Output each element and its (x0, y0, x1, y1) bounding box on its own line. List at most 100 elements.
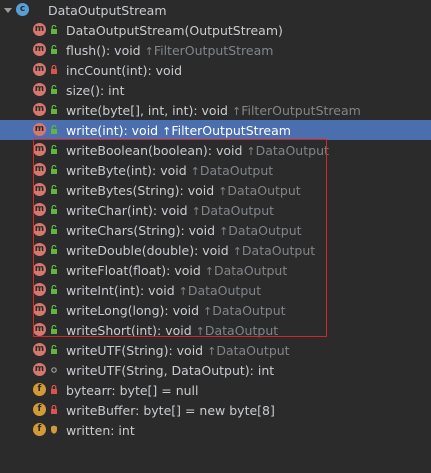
method-row[interactable]: m writeByte(int): void ↑DataOutput (0, 160, 431, 180)
chevron-down-icon[interactable] (4, 6, 12, 14)
method-icon: m (33, 183, 46, 196)
inherited-from-name: FilterOutputStream (171, 122, 291, 138)
method-row[interactable]: m write(byte[], int, int): void ↑FilterOu… (0, 100, 431, 120)
member-label: writeLong(long): void ↑DataOutput (66, 303, 286, 318)
field-row[interactable]: f bytearr: byte[] = null (0, 380, 431, 400)
inherited-from-label: ↑DataOutput (187, 162, 274, 178)
field-icon: f (33, 403, 46, 416)
inherited-from-name: DataOutput (255, 142, 329, 158)
method-icon: m (33, 363, 46, 376)
inherited-from-name: DataOutput (200, 202, 275, 218)
member-signature: writeUTF(String, DataOutput): int (66, 362, 275, 378)
method-icon: m (33, 143, 46, 156)
method-icon: m (33, 283, 46, 296)
public-lock-icon (50, 205, 58, 214)
arrow-up-icon: ↑ (178, 284, 188, 298)
member-label: writeBuffer: byte[] = new byte[8] (66, 403, 275, 418)
field-icon: f (33, 423, 46, 436)
public-lock-icon (50, 285, 58, 294)
method-icon: m (33, 83, 46, 96)
inherited-from-label: ↑DataOutput (229, 243, 316, 258)
member-signature: write(byte[], int, int): void (66, 102, 228, 118)
member-signature: writeInt(int): void (66, 282, 175, 298)
method-row[interactable]: m writeUTF(String): void ↑DataOutput (0, 340, 431, 360)
method-icon: m (33, 303, 46, 316)
method-icon: m (33, 103, 46, 116)
public-lock-icon (50, 25, 58, 34)
public-lock-icon (50, 225, 58, 234)
member-signature: incCount(int): void (66, 62, 183, 78)
method-row[interactable]: m writeUTF(String, DataOutput): int (0, 360, 431, 380)
method-row[interactable]: m writeChar(int): void ↑DataOutput (0, 200, 431, 220)
private-lock-icon (50, 385, 58, 394)
member-label: flush(): void ↑FilterOutputStream (66, 43, 273, 58)
field-row[interactable]: f writeBuffer: byte[] = new byte[8] (0, 400, 431, 420)
method-row[interactable]: m writeDouble(double): void ↑DataOutput (0, 240, 431, 260)
inherited-from-label: ↑FilterOutputStream (141, 43, 274, 58)
public-lock-icon (50, 265, 58, 274)
arrow-up-icon: ↑ (144, 44, 154, 58)
private-lock-icon (50, 405, 58, 414)
method-row[interactable]: m writeInt(int): void ↑DataOutput (0, 280, 431, 300)
field-icon: f (33, 383, 46, 396)
method-row[interactable]: m writeBytes(String): void ↑DataOutput (0, 180, 431, 200)
field-row[interactable]: f written: int (0, 420, 431, 440)
public-lock-icon (50, 185, 58, 194)
member-signature: written: int (66, 422, 135, 438)
method-icon: m (33, 343, 46, 356)
member-label: bytearr: byte[] = null (66, 383, 199, 398)
method-icon: m (33, 43, 46, 56)
member-label: writeDouble(double): void ↑DataOutput (66, 243, 315, 258)
arrow-up-icon: ↑ (219, 224, 229, 238)
member-signature: writeByte(int): void (66, 162, 187, 178)
method-icon: m (33, 323, 46, 336)
member-label: writeChar(int): void ↑DataOutput (66, 203, 274, 218)
method-icon: m (33, 243, 46, 256)
inherited-from-label: ↑DataOutput (215, 222, 302, 238)
method-row[interactable]: m write(int): void ↑FilterOutputStream (0, 120, 431, 140)
arrow-up-icon: ↑ (246, 144, 256, 158)
member-signature: writeDouble(double): void (66, 242, 229, 258)
inherited-from-name: FilterOutputStream (153, 42, 274, 58)
member-signature: writeBytes(String): void (66, 182, 215, 198)
public-lock-icon (50, 345, 58, 354)
member-label: written: int (66, 423, 135, 438)
inherited-from-name: DataOutput (204, 322, 279, 338)
member-label: writeInt(int): void ↑DataOutput (66, 283, 261, 298)
arrow-up-icon: ↑ (232, 244, 242, 258)
method-row[interactable]: m writeShort(int): void ↑DataOutput (0, 320, 431, 340)
arrow-up-icon: ↑ (162, 124, 172, 138)
inherited-from-name: DataOutput (228, 222, 302, 238)
public-lock-icon (50, 125, 58, 134)
arrow-up-icon: ↑ (203, 304, 213, 318)
method-row[interactable]: m writeBoolean(boolean): void ↑DataOutput (0, 140, 431, 160)
method-row[interactable]: m writeLong(long): void ↑DataOutput (0, 300, 431, 320)
inherited-from-name: DataOutput (199, 162, 274, 178)
member-label: writeBoolean(boolean): void ↑DataOutput (66, 143, 329, 158)
member-signature: size(): int (66, 82, 125, 98)
inherited-from-label: ↑DataOutput (199, 303, 286, 318)
inherited-from-label: ↑DataOutput (203, 343, 290, 358)
method-row[interactable]: m size(): int (0, 80, 431, 100)
member-label: size(): int (66, 83, 124, 98)
public-lock-icon (50, 105, 58, 114)
method-icon: m (33, 63, 46, 76)
tree-root-row[interactable]: c DataOutputStream (0, 0, 431, 20)
method-row[interactable]: m incCount(int): void (0, 60, 431, 80)
member-signature: DataOutputStream(OutputStream) (66, 22, 283, 38)
member-signature: writeFloat(float): void (66, 262, 201, 278)
method-row[interactable]: m flush(): void ↑FilterOutputStream (0, 40, 431, 60)
inherited-from-name: DataOutput (227, 182, 301, 198)
method-row[interactable]: m writeFloat(float): void ↑DataOutput (0, 260, 431, 280)
member-label: write(int): void ↑FilterOutputStream (66, 123, 291, 138)
member-label: writeBytes(String): void ↑DataOutput (66, 183, 301, 198)
method-icon: m (33, 23, 46, 36)
member-label: DataOutputStream(OutputStream) (66, 23, 283, 38)
public-lock-icon (50, 245, 58, 254)
method-row[interactable]: m writeChars(String): void ↑DataOutput (0, 220, 431, 240)
arrow-up-icon: ↑ (195, 324, 205, 338)
public-lock-icon (50, 165, 58, 174)
method-row[interactable]: m DataOutputStream(OutputStream) (0, 20, 431, 40)
inherited-from-label: ↑DataOutput (214, 182, 301, 198)
inherited-from-label: ↑DataOutput (201, 263, 288, 278)
